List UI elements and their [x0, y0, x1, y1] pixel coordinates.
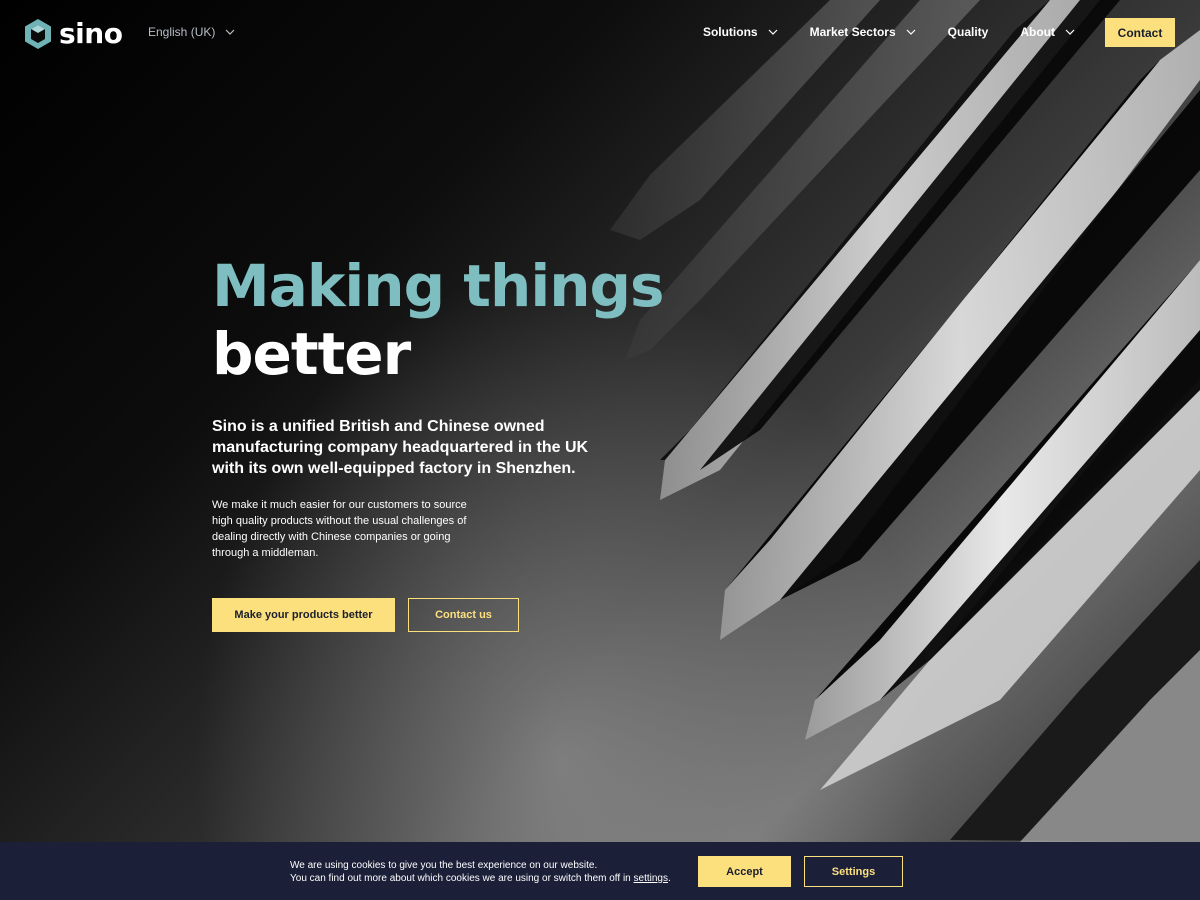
hero-lead: Sino is a unified British and Chinese ow… — [212, 418, 589, 477]
main-nav: Solutions Market Sectors Quality About — [671, 20, 1075, 44]
headline-line-1: Making things — [212, 252, 665, 320]
cookie-message: We are using cookies to give you the bes… — [290, 859, 671, 885]
headline-line-2: better — [212, 320, 411, 388]
contact-us-button[interactable]: Contact us — [408, 598, 519, 632]
chevron-down-icon — [906, 29, 916, 35]
cookie-line-2-text: You can find out more about which cookie… — [290, 873, 634, 884]
sino-logo-icon — [25, 18, 51, 49]
hero-section: sino English (UK) Solutions Market Secto… — [0, 0, 1200, 842]
nav-label: Solutions — [702, 25, 758, 39]
cookie-settings-button[interactable]: Settings — [804, 856, 903, 887]
nav-item-about[interactable]: About — [1020, 25, 1075, 39]
cookie-settings-link[interactable]: settings — [634, 873, 668, 884]
nav-label: About — [1020, 25, 1055, 39]
cookie-line-1: We are using cookies to give you the bes… — [290, 860, 598, 871]
language-selector[interactable]: English (UK) — [148, 25, 235, 39]
make-products-better-button[interactable]: Make your products better — [212, 598, 395, 632]
nav-item-solutions[interactable]: Solutions — [703, 25, 778, 39]
hero-headline: Making things better — [212, 252, 665, 388]
sino-logo[interactable]: sino — [25, 17, 123, 50]
cookie-banner: We are using cookies to give you the bes… — [0, 842, 1200, 900]
hero-background-image — [610, 0, 1200, 842]
brand-name: sino — [59, 17, 123, 50]
hero-body: We make it much easier for our customers… — [212, 499, 467, 559]
cookie-line-2-suffix: . — [668, 873, 671, 884]
nav-item-market-sectors[interactable]: Market Sectors — [810, 25, 916, 39]
language-label: English (UK) — [148, 25, 216, 39]
contact-button[interactable]: Contact — [1105, 18, 1175, 47]
nav-item-quality[interactable]: Quality — [948, 25, 989, 39]
chevron-down-icon — [768, 29, 778, 35]
cookie-line-2: You can find out more about which cookie… — [290, 872, 671, 885]
chevron-down-icon — [1065, 29, 1075, 35]
nav-label: Quality — [947, 25, 989, 39]
cookie-accept-button[interactable]: Accept — [698, 856, 791, 887]
nav-label: Market Sectors — [809, 25, 896, 39]
chevron-down-icon — [225, 29, 235, 35]
